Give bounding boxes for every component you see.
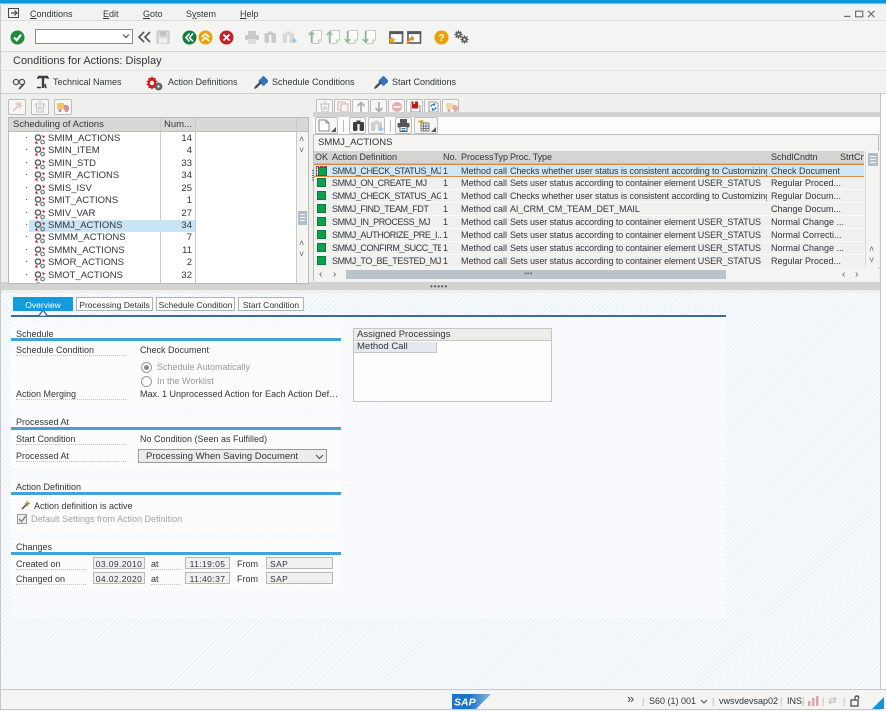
svg-text:?: ?: [438, 33, 444, 44]
svg-text:SAP: SAP: [454, 697, 477, 709]
